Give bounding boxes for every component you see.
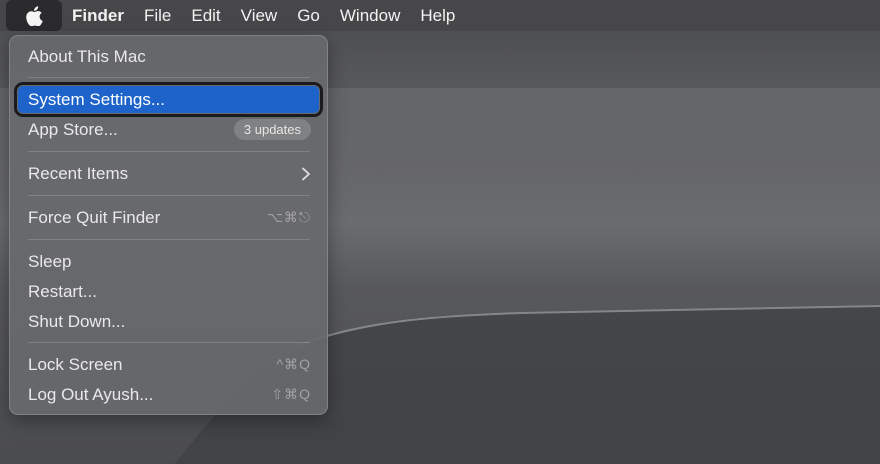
menu-item-force-quit[interactable]: Force Quit Finder ⌥⌘⎋ — [18, 204, 319, 231]
menu-separator — [28, 195, 310, 196]
apple-menu-button[interactable] — [6, 0, 62, 31]
chevron-right-icon — [302, 167, 310, 180]
apple-menu-dropdown: About This Mac System Settings... App St… — [9, 35, 328, 415]
menu-item-lock-screen[interactable]: Lock Screen ^⌘Q — [18, 351, 319, 378]
menu-item-about-this-mac[interactable]: About This Mac — [18, 43, 319, 70]
menu-item-log-out[interactable]: Log Out Ayush... ⇧⌘Q — [18, 381, 319, 408]
menu-separator — [28, 342, 310, 343]
menu-window[interactable]: Window — [340, 6, 400, 26]
log-out-label: Log Out Ayush... — [28, 384, 154, 404]
menu-separator — [28, 151, 310, 152]
menu-view[interactable]: View — [241, 6, 278, 26]
force-quit-shortcut: ⌥⌘⎋ — [266, 209, 311, 225]
lock-screen-label: Lock Screen — [28, 354, 123, 374]
sleep-label: Sleep — [28, 251, 72, 271]
menu-item-sleep[interactable]: Sleep — [18, 248, 319, 275]
restart-label: Restart... — [28, 281, 97, 301]
menu-item-recent-items[interactable]: Recent Items — [18, 160, 319, 187]
shut-down-label: Shut Down... — [28, 311, 126, 331]
menu-bar: Finder File Edit View Go Window Help — [0, 0, 880, 31]
updates-badge: 3 updates — [233, 119, 311, 140]
menu-go[interactable]: Go — [297, 6, 320, 26]
menu-separator — [28, 239, 310, 240]
log-out-shortcut: ⇧⌘Q — [271, 386, 311, 402]
menu-file[interactable]: File — [144, 6, 171, 26]
app-store-label: App Store... — [28, 119, 118, 139]
force-quit-label: Force Quit Finder — [28, 207, 161, 227]
apple-logo-icon — [26, 5, 43, 26]
menu-separator — [28, 77, 310, 78]
recent-items-label: Recent Items — [28, 163, 129, 183]
menu-edit[interactable]: Edit — [191, 6, 220, 26]
menu-finder[interactable]: Finder — [72, 6, 124, 26]
desktop: Finder File Edit View Go Window Help Abo… — [0, 0, 880, 464]
system-settings-label: System Settings... — [28, 89, 165, 109]
menu-item-restart[interactable]: Restart... — [18, 278, 319, 305]
about-this-mac-label: About This Mac — [28, 46, 146, 66]
lock-screen-shortcut: ^⌘Q — [276, 356, 311, 372]
menu-help[interactable]: Help — [420, 6, 455, 26]
menu-item-app-store[interactable]: App Store... 3 updates — [18, 116, 319, 143]
menu-item-system-settings[interactable]: System Settings... — [14, 82, 323, 117]
menu-item-shut-down[interactable]: Shut Down... — [18, 308, 319, 335]
